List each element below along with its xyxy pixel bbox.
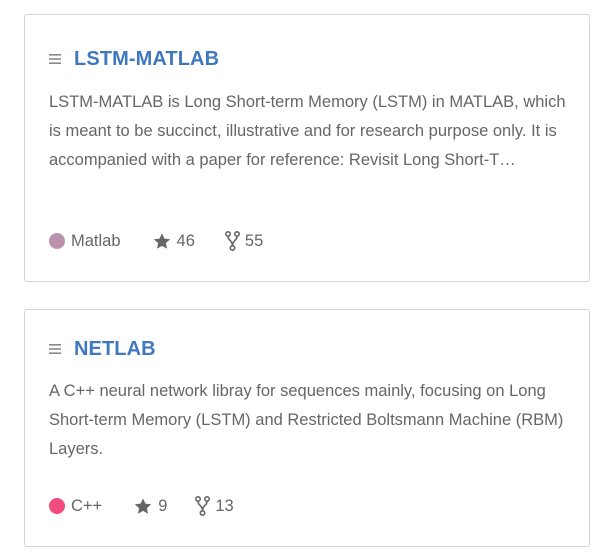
language-color-dot — [49, 233, 65, 249]
repo-description: A C++ neural network libray for sequence… — [49, 382, 564, 458]
forks-link[interactable]: 13 — [195, 496, 234, 516]
repo-meta: Matlab 46 55 — [49, 230, 263, 252]
repo-language: Matlab — [49, 232, 121, 251]
stars-link[interactable]: 46 — [152, 232, 195, 251]
fork-icon — [195, 496, 211, 516]
stars-count: 46 — [176, 231, 195, 250]
repo-card: NETLAB A C++ neural network libray for s… — [24, 309, 590, 547]
repo-description: LSTM-MATLAB is Long Short-term Memory (L… — [49, 93, 566, 169]
repo-language: C++ — [49, 497, 102, 516]
forks-count: 13 — [215, 496, 234, 515]
star-icon — [135, 497, 152, 514]
language-label: Matlab — [71, 231, 121, 250]
language-label: C++ — [71, 496, 103, 515]
repo-name-link[interactable]: NETLAB — [74, 338, 156, 361]
language-color-dot — [49, 498, 65, 514]
stars-link[interactable]: 9 — [133, 497, 167, 516]
fork-icon — [224, 231, 240, 251]
repo-card: LSTM-MATLAB LSTM-MATLAB is Long Short-te… — [24, 14, 590, 282]
forks-link[interactable]: 55 — [224, 231, 264, 251]
star-icon — [153, 232, 170, 249]
menu-icon — [49, 335, 62, 363]
menu-icon — [49, 45, 62, 73]
repo-name-link[interactable]: LSTM-MATLAB — [74, 48, 219, 71]
repo-title: NETLAB — [49, 335, 156, 363]
stars-count: 9 — [158, 496, 168, 515]
forks-count: 55 — [244, 231, 264, 250]
repo-title: LSTM-MATLAB — [49, 45, 219, 73]
repo-meta: C++ 9 13 — [49, 495, 234, 517]
